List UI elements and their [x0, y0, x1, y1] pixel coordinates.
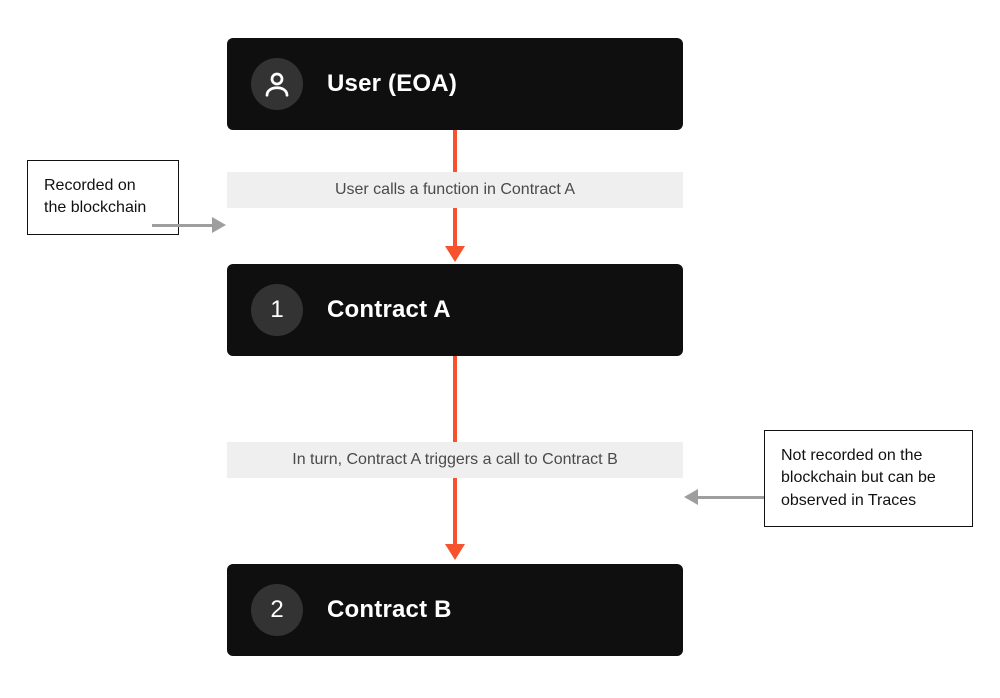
note-recorded-text: Recorded on the blockchain	[44, 177, 146, 216]
arrow-call1-to-contract-a	[453, 208, 457, 260]
user-icon	[251, 58, 303, 110]
note-not-recorded-text: Not recorded on the blockchain but can b…	[781, 447, 936, 509]
badge-1-num: 1	[270, 296, 283, 324]
badge-1: 1	[251, 284, 303, 336]
step-call-contract-b: In turn, Contract A triggers a call to C…	[227, 442, 683, 478]
node-contract-a-label: Contract A	[327, 296, 451, 324]
arrow-note-recorded	[152, 224, 226, 228]
arrow-user-to-call1	[453, 130, 457, 172]
badge-2-num: 2	[270, 596, 283, 624]
step-call-contract-a: User calls a function in Contract A	[227, 172, 683, 208]
node-contract-b: 2 Contract B	[227, 564, 683, 656]
step-call-contract-b-text: In turn, Contract A triggers a call to C…	[292, 451, 617, 469]
badge-2: 2	[251, 584, 303, 636]
arrow-note-not-recorded	[684, 496, 764, 500]
node-user: User (EOA)	[227, 38, 683, 130]
node-user-label: User (EOA)	[327, 70, 457, 98]
node-contract-b-label: Contract B	[327, 596, 452, 624]
node-contract-a: 1 Contract A	[227, 264, 683, 356]
arrow-call2-to-contract-b	[453, 478, 457, 560]
note-not-recorded: Not recorded on the blockchain but can b…	[764, 430, 973, 527]
arrow-contract-a-to-call2	[453, 356, 457, 442]
step-call-contract-a-text: User calls a function in Contract A	[335, 181, 575, 199]
